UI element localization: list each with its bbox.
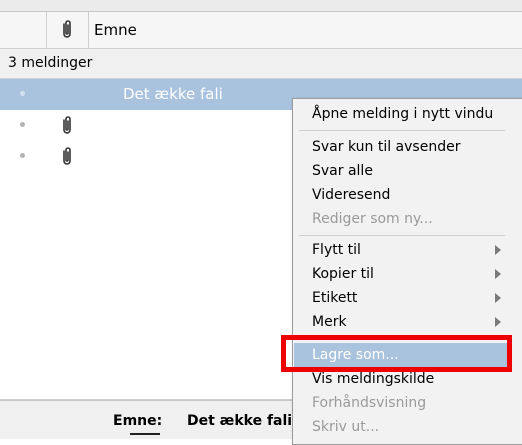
menu-separator xyxy=(299,130,505,131)
menu-item-mark[interactable]: Merk xyxy=(294,310,510,334)
paperclip-icon xyxy=(63,116,71,134)
menu-separator xyxy=(299,235,505,236)
menu-item-move-to[interactable]: Flytt til xyxy=(294,238,510,262)
paperclip-icon[interactable] xyxy=(58,19,76,41)
column-header-row: Emne xyxy=(0,12,522,49)
column-divider[interactable] xyxy=(46,12,47,48)
submenu-arrow-icon xyxy=(495,317,501,327)
message-count-label: 3 meldinger xyxy=(8,55,93,71)
menu-item-print[interactable]: Skriv ut... xyxy=(294,415,510,439)
submenu-arrow-icon xyxy=(495,293,501,303)
preview-subject-label: Emne: xyxy=(113,413,163,429)
preview-field-fragment xyxy=(130,433,160,441)
status-dot[interactable] xyxy=(20,91,25,96)
status-dot[interactable] xyxy=(20,122,25,127)
submenu-arrow-icon xyxy=(495,269,501,279)
submenu-arrow-icon xyxy=(495,245,501,255)
thread-count-row: 3 meldinger xyxy=(0,49,522,79)
column-divider[interactable] xyxy=(88,12,89,48)
preview-subject-value: Det ække fali xyxy=(187,413,293,429)
context-menu: Åpne melding i nytt vindu Svar kun til a… xyxy=(292,98,522,445)
menu-item-open-in-new-window[interactable]: Åpne melding i nytt vindu xyxy=(294,102,510,126)
menu-item-tag[interactable]: Etikett xyxy=(294,286,510,310)
highlight-annotation-box xyxy=(281,335,512,372)
paperclip-icon xyxy=(63,147,71,165)
top-toolbar-strip xyxy=(0,0,522,12)
menu-item-edit-as-new[interactable]: Rediger som ny... xyxy=(294,207,510,231)
menu-item-forward[interactable]: Videresend xyxy=(294,183,510,207)
message-subject: Det ække fali xyxy=(123,85,223,103)
menu-item-copy-to[interactable]: Kopier til xyxy=(294,262,510,286)
menu-item-reply-sender[interactable]: Svar kun til avsender xyxy=(294,135,510,159)
menu-item-print-preview[interactable]: Forhåndsvisning xyxy=(294,391,510,415)
column-subject-header[interactable]: Emne xyxy=(94,20,137,40)
status-dot[interactable] xyxy=(20,153,25,158)
menu-item-reply-all[interactable]: Svar alle xyxy=(294,159,510,183)
